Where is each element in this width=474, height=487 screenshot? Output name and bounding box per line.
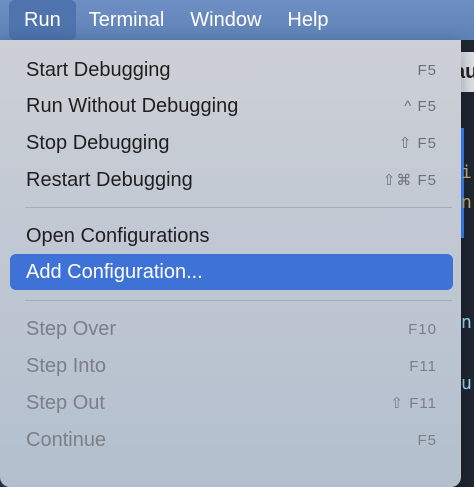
menu-item-continue: Continue F5 (10, 422, 453, 458)
menu-item-open-configurations[interactable]: Open Configurations (10, 218, 453, 254)
menu-item-label: Add Configuration... (26, 260, 203, 283)
shortcut-label: ⇧ F5 (398, 135, 437, 152)
shortcut-label: ⇧⌘ F5 (382, 172, 437, 189)
code-fragment: n (461, 192, 472, 213)
menu-separator (25, 207, 452, 208)
shortcut-label: ^ F5 (404, 97, 437, 115)
shortcut-label: F11 (409, 357, 437, 375)
menu-item-label: Step Into (26, 354, 107, 377)
menu-item-label: Continue (26, 428, 107, 451)
shortcut-label: F10 (408, 320, 437, 338)
shortcut-label: ⇧ F11 (390, 395, 437, 412)
shortcut-label: F5 (417, 431, 437, 449)
menu-item-stop-debugging[interactable]: Stop Debugging ⇧ F5 (10, 125, 453, 161)
menu-item-run-without-debugging[interactable]: Run Without Debugging ^ F5 (10, 88, 453, 124)
menu-item-step-out: Step Out ⇧ F11 (10, 385, 453, 421)
code-fragment: i (461, 162, 472, 183)
menu-item-label: Stop Debugging (26, 131, 170, 154)
menu-item-label: Open Configurations (26, 224, 210, 247)
run-menu-dropdown: Start Debugging F5 Run Without Debugging… (0, 40, 461, 487)
menu-item-step-over: Step Over F10 (10, 311, 453, 347)
menu-bar: Run Terminal Window Help (0, 0, 474, 40)
menu-item-restart-debugging[interactable]: Restart Debugging ⇧⌘ F5 (10, 162, 453, 198)
menubar-item-window[interactable]: Window (177, 0, 274, 40)
menu-item-label: Step Out (26, 391, 105, 414)
code-fragment: u (461, 373, 472, 394)
menubar-item-run[interactable]: Run (9, 0, 76, 40)
menu-item-start-debugging[interactable]: Start Debugging F5 (10, 52, 453, 88)
menu-item-label: Run Without Debugging (26, 94, 239, 117)
menu-item-step-into: Step Into F11 (10, 348, 453, 384)
shortcut-label: F5 (417, 61, 437, 79)
menu-item-label: Step Over (26, 317, 117, 340)
menubar-item-terminal[interactable]: Terminal (76, 0, 178, 40)
code-fragment: n (461, 312, 472, 333)
menu-item-label: Start Debugging (26, 58, 171, 81)
menubar-item-help[interactable]: Help (274, 0, 341, 40)
menu-item-label: Restart Debugging (26, 168, 193, 191)
menu-item-add-configuration[interactable]: Add Configuration... (10, 254, 453, 290)
menu-separator (25, 300, 452, 301)
